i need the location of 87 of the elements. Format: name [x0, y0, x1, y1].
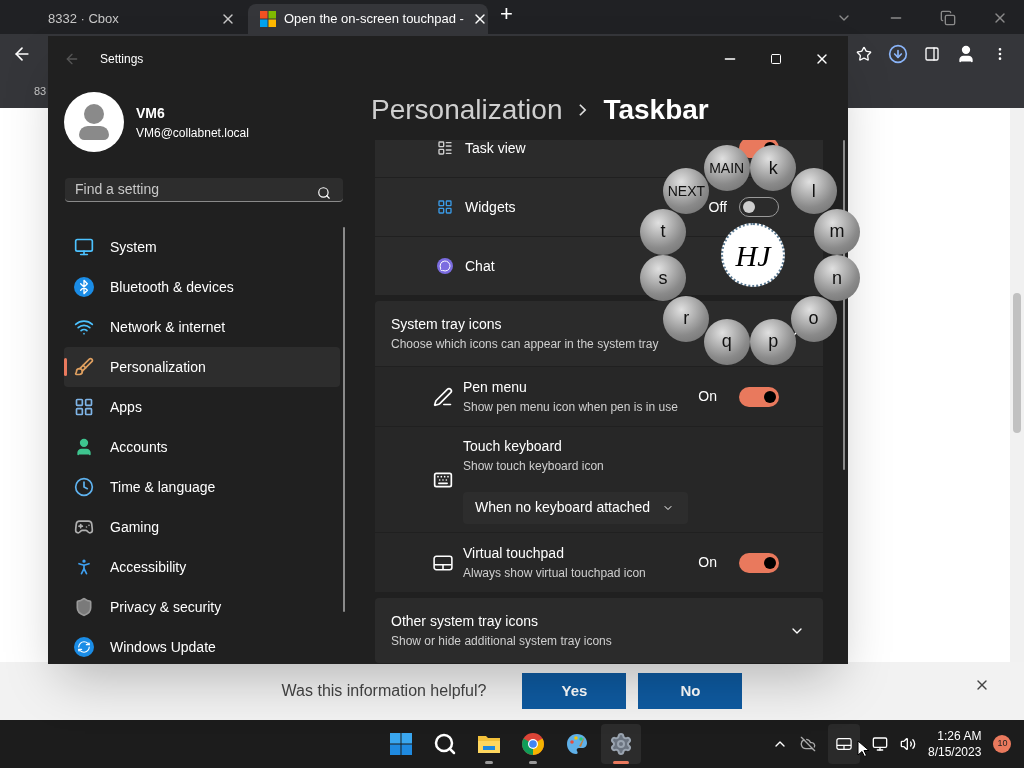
windows-logo-icon [260, 11, 276, 27]
section-title: System tray icons [391, 315, 502, 334]
toggle-state: On [698, 387, 717, 406]
breadcrumb-parent[interactable]: Personalization [371, 89, 563, 131]
touchpad-icon [836, 736, 852, 752]
setting-description: Show pen menu icon when pen is in use [463, 399, 679, 416]
setting-label: Virtual touchpad [463, 544, 565, 563]
nav-item[interactable]: Network & internet [64, 307, 340, 347]
setting-label: Task view [465, 140, 526, 156]
touchpad-icon [433, 554, 453, 571]
chevron-right-icon [578, 103, 588, 117]
section-subtitle: Show or hide additional system tray icons [391, 633, 613, 650]
download-icon[interactable] [888, 44, 908, 64]
nav-item[interactable]: Accounts [64, 427, 340, 467]
feedback-button[interactable]: No [638, 673, 743, 709]
nav-item[interactable]: Time & language [64, 467, 340, 507]
toggle-switch[interactable] [739, 386, 779, 407]
nav-item[interactable]: Windows Update [64, 627, 340, 664]
side-panel-icon[interactable] [924, 46, 940, 62]
tab-title: Open the on-screen touchpad - [284, 10, 464, 29]
feedback-question: Was this information helpful? [281, 681, 487, 701]
taskbar-app[interactable] [601, 724, 641, 764]
restore-icon[interactable] [940, 10, 956, 26]
setting-label: Widgets [465, 199, 516, 215]
profile-icon[interactable] [956, 44, 976, 64]
nav-item[interactable]: Gaming [64, 507, 340, 547]
chat-icon [437, 258, 453, 274]
person-icon [74, 437, 94, 457]
new-tab-button[interactable]: + [500, 0, 513, 30]
breadcrumb-current: Taskbar [603, 93, 709, 127]
gamepad-icon [74, 517, 94, 537]
nav-item[interactable]: Apps [64, 387, 340, 427]
pen-icon [433, 386, 453, 407]
tab-title: 8332 · Cbox [47, 10, 120, 29]
setting-label: Touch keyboard [463, 436, 563, 456]
section-title: Other system tray icons [391, 612, 540, 631]
monitor-icon [74, 237, 94, 257]
widgets-icon [437, 199, 453, 215]
browser-tab[interactable]: Open the on-screen touchpad - [248, 4, 488, 34]
nav-item[interactable]: Accessibility [64, 547, 340, 587]
setting-description: Always show virtual touchpad icon [463, 565, 647, 582]
section-header[interactable]: Other system tray icons Show or hide additional system tray icons [375, 598, 823, 663]
chrome-icon [521, 732, 545, 756]
toggle-switch[interactable] [739, 552, 779, 573]
nav-item[interactable]: Privacy & security [64, 587, 340, 627]
dropdown[interactable]: When no keyboard attached [463, 491, 688, 524]
section-subtitle: Choose which icons can appear in the system tray [391, 336, 659, 353]
clock-icon [74, 477, 94, 497]
user-name: VM6 [136, 103, 166, 123]
apps-icon [74, 397, 94, 417]
settings-icon [609, 732, 633, 756]
setting-description: Show touch keyboard icon [463, 457, 605, 475]
feedback-button[interactable]: Yes [522, 673, 627, 709]
clock-date[interactable]: 8/15/2023 [928, 744, 982, 760]
palette-icon [565, 732, 589, 756]
toggle-state: Off [708, 197, 727, 217]
bluetooth-icon [74, 277, 94, 297]
task-view-icon [437, 140, 453, 156]
clock-time[interactable]: 1:26 AM [937, 728, 982, 744]
notification-badge[interactable]: 10 [993, 735, 1012, 753]
maximize-icon[interactable] [770, 53, 782, 65]
avatar [64, 92, 124, 152]
search-icon [433, 732, 457, 756]
nav-item[interactable]: Bluetooth & devices [64, 267, 340, 307]
nav-item[interactable]: Personalization [64, 347, 340, 387]
bookmark-star-icon[interactable] [856, 46, 872, 62]
wifi-icon [74, 317, 94, 337]
volume-icon[interactable] [900, 736, 916, 752]
nav-item[interactable]: System [64, 227, 340, 267]
shield-icon [74, 597, 94, 617]
cloud-off-icon[interactable] [800, 736, 816, 752]
setting-label: Pen menu [463, 378, 528, 397]
brush-icon [74, 357, 94, 377]
browser-tab[interactable]: 8332 · Cbox [8, 4, 248, 34]
search-field[interactable]: Find a setting [65, 177, 343, 202]
update-icon [74, 637, 94, 657]
user-email: VM6@collabnet.local [136, 124, 249, 142]
cursor-icon [857, 740, 869, 758]
setting-label: Chat [465, 258, 495, 274]
window-title: Settings [100, 51, 144, 68]
start-icon [389, 732, 413, 756]
scrollbar[interactable] [1010, 108, 1024, 662]
bookmark-item[interactable]: 83 [34, 82, 47, 100]
search-icon[interactable] [317, 186, 331, 200]
network-icon[interactable] [872, 736, 888, 752]
toggle-state: On [698, 553, 717, 572]
touchpad-tray-button[interactable] [828, 724, 860, 764]
